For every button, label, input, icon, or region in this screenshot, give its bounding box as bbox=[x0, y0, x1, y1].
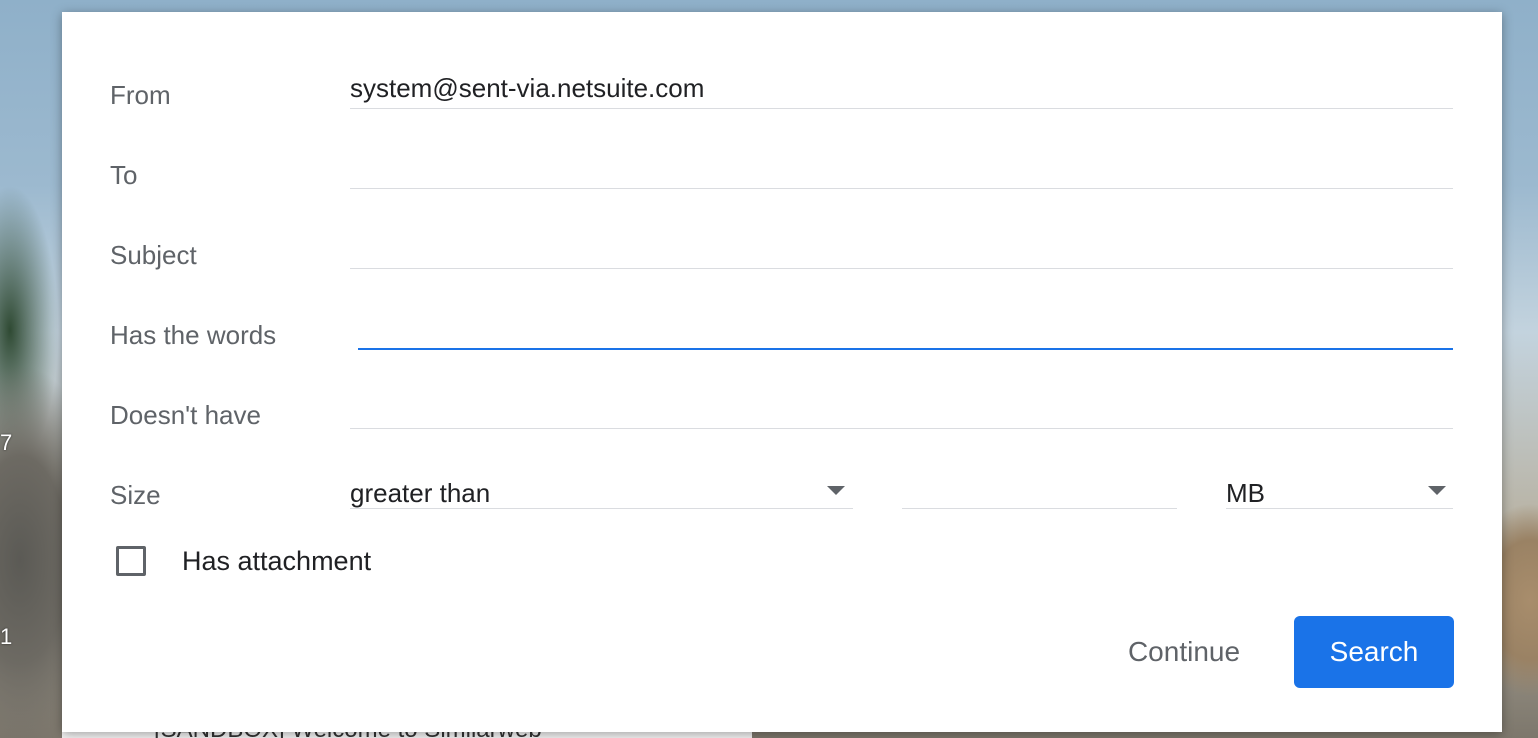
background-fragment: 7 bbox=[0, 430, 13, 455]
to-row: To bbox=[110, 142, 1454, 192]
from-label: From bbox=[110, 80, 171, 110]
doesnt-have-input[interactable] bbox=[350, 388, 1453, 429]
subject-label: Subject bbox=[110, 240, 197, 270]
from-row: From bbox=[110, 62, 1454, 112]
has-attachment-label[interactable]: Has attachment bbox=[182, 546, 371, 577]
has-words-row: Has the words bbox=[110, 302, 1454, 352]
size-row: Size greater than MB bbox=[110, 462, 1454, 512]
has-words-input[interactable] bbox=[358, 308, 1453, 350]
continue-button[interactable]: Continue bbox=[1104, 624, 1264, 680]
to-label: To bbox=[110, 160, 138, 190]
from-input[interactable] bbox=[350, 68, 1453, 109]
advanced-search-dialog: From To Subject Has the words Doesn't ha… bbox=[62, 12, 1502, 732]
size-operator-select[interactable]: greater than bbox=[350, 468, 853, 509]
chevron-down-icon bbox=[1428, 486, 1446, 495]
to-input[interactable] bbox=[350, 148, 1453, 189]
doesnt-have-row: Doesn't have bbox=[110, 382, 1454, 432]
subject-row: Subject bbox=[110, 222, 1454, 272]
size-operator-value: greater than bbox=[350, 478, 491, 508]
subject-input[interactable] bbox=[350, 228, 1453, 269]
size-label: Size bbox=[110, 480, 161, 510]
has-words-label: Has the words bbox=[110, 320, 277, 350]
size-value-input[interactable] bbox=[902, 468, 1177, 509]
background-fragment: 1 bbox=[0, 624, 13, 649]
size-unit-value: MB bbox=[1226, 478, 1265, 508]
chevron-down-icon bbox=[827, 486, 845, 495]
size-unit-select[interactable]: MB bbox=[1226, 468, 1453, 509]
has-attachment-checkbox[interactable] bbox=[116, 546, 146, 576]
search-button[interactable]: Search bbox=[1294, 616, 1454, 688]
doesnt-have-label: Doesn't have bbox=[110, 400, 261, 430]
